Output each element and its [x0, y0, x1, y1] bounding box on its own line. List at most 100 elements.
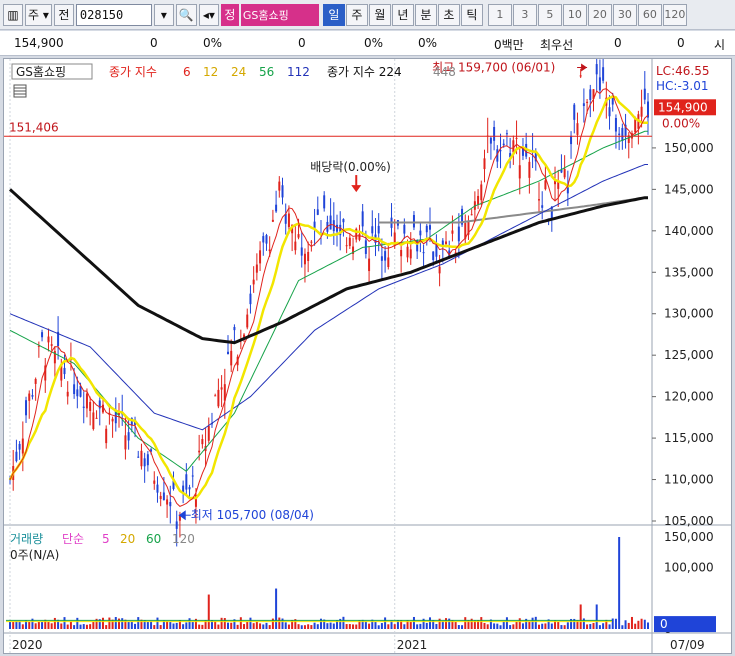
candle-body	[358, 234, 361, 240]
volume-bar	[73, 625, 76, 629]
volume-bar	[28, 621, 31, 629]
volume-bar	[140, 619, 143, 629]
volume-bar	[480, 617, 483, 629]
candle-body	[275, 204, 278, 212]
interval-button-60[interactable]: 60	[637, 3, 662, 26]
ma-gray-line	[378, 196, 648, 224]
price-tick-label: 120,000	[664, 390, 714, 404]
quote-p1: 0%	[203, 36, 223, 50]
volume-bar	[50, 623, 53, 629]
candle-body	[477, 195, 480, 205]
volume-bar	[380, 623, 383, 629]
interval-button-1[interactable]: 1	[487, 3, 512, 26]
code-input[interactable]: 028150	[75, 3, 152, 26]
candle-body	[368, 258, 371, 272]
period-tabs: 일주월년분초틱	[322, 3, 483, 26]
speaker-icon[interactable]: ◂▾	[198, 3, 219, 26]
volume-bar	[230, 622, 233, 629]
search-icon[interactable]: 🔍	[175, 3, 197, 26]
candle-body	[214, 395, 217, 397]
volume-bar	[18, 621, 21, 629]
candle-body	[445, 241, 448, 245]
period-tab-2[interactable]: 월	[368, 3, 391, 26]
interval-button-20[interactable]: 20	[587, 3, 612, 26]
interval-button-5[interactable]: 5	[537, 3, 562, 26]
volume-bar	[114, 617, 117, 629]
candle-body	[570, 135, 573, 145]
candle-body	[262, 236, 265, 243]
interval-button-3[interactable]: 3	[512, 3, 537, 26]
interval-button-10[interactable]: 10	[562, 3, 587, 26]
volume-bar	[409, 621, 412, 629]
candle-body	[403, 224, 406, 234]
candle-body	[502, 143, 505, 146]
candle-body	[294, 241, 297, 251]
candle-body	[419, 230, 422, 236]
period-tab-1[interactable]: 주	[345, 3, 368, 26]
volume-bar	[592, 622, 595, 629]
volume-bar	[198, 624, 201, 629]
candle-body	[124, 435, 127, 450]
volume-bar	[371, 619, 374, 629]
volume-bar	[502, 621, 505, 629]
volume-bar	[493, 623, 496, 629]
volume-bar	[108, 617, 111, 629]
candle-body	[595, 64, 598, 75]
candle-body	[249, 293, 252, 305]
interval-button-120[interactable]: 120	[662, 3, 687, 26]
volume-bar	[34, 623, 37, 629]
volume-bar	[268, 625, 271, 629]
volume-bar	[188, 618, 191, 629]
stock-name: GS홈쇼핑	[240, 3, 319, 26]
candle-body	[188, 487, 191, 490]
candle-body	[25, 400, 28, 416]
candle-body	[380, 256, 383, 261]
candle-body	[281, 185, 284, 198]
candle-body	[175, 521, 178, 529]
volume-bar	[172, 623, 175, 629]
candle-body	[412, 215, 415, 228]
candle-body	[146, 454, 149, 466]
volume-bar	[496, 623, 499, 629]
candle-body	[428, 225, 431, 230]
candle-body	[201, 439, 204, 445]
period-tab-0[interactable]: 일	[322, 3, 345, 26]
candle-body	[316, 209, 319, 215]
market-select[interactable]: 주 ▾	[25, 3, 52, 26]
volume-bar	[303, 625, 306, 629]
candle-body	[422, 252, 425, 254]
period-tab-3[interactable]: 년	[391, 3, 414, 26]
volume-bar	[377, 625, 380, 629]
volume-bar	[393, 624, 396, 629]
volume-bar	[637, 620, 640, 629]
candle-body	[409, 249, 412, 259]
chart-menu-icon[interactable]: ▥	[3, 3, 23, 26]
volume-bar	[252, 623, 255, 629]
candle-body	[15, 451, 18, 462]
candle-body	[111, 418, 114, 422]
code-dropdown-icon[interactable]: ▾	[153, 3, 174, 26]
volume-bar	[608, 624, 611, 629]
period-tab-5[interactable]: 초	[437, 3, 460, 26]
price-tick-label: 105,000	[664, 514, 714, 528]
legend-long-ma-label: 종가 지수 224	[327, 65, 402, 79]
candle-body	[265, 235, 268, 244]
volume-bar	[352, 624, 355, 629]
quote-p2: 0%	[364, 36, 384, 50]
period-tab-4[interactable]: 분	[414, 3, 437, 26]
period-tab-6[interactable]: 틱	[460, 3, 483, 26]
volume-bar	[348, 624, 351, 629]
volume-bar	[563, 625, 566, 629]
interval-button-30[interactable]: 30	[612, 3, 637, 26]
price-chart[interactable]: 105,000 110,000 115,000 120,000 125,000 130,0…	[4, 53, 731, 653]
candle-body	[169, 501, 172, 507]
volume-bar	[541, 623, 544, 629]
jeon-button[interactable]: 전	[53, 3, 74, 26]
volume-bar	[624, 620, 627, 629]
candle-body	[95, 417, 98, 419]
candle-body	[82, 406, 85, 408]
candle-body	[634, 119, 637, 133]
volume-bar	[214, 621, 217, 629]
volume-bar	[512, 624, 515, 629]
volume-bar	[310, 625, 313, 629]
